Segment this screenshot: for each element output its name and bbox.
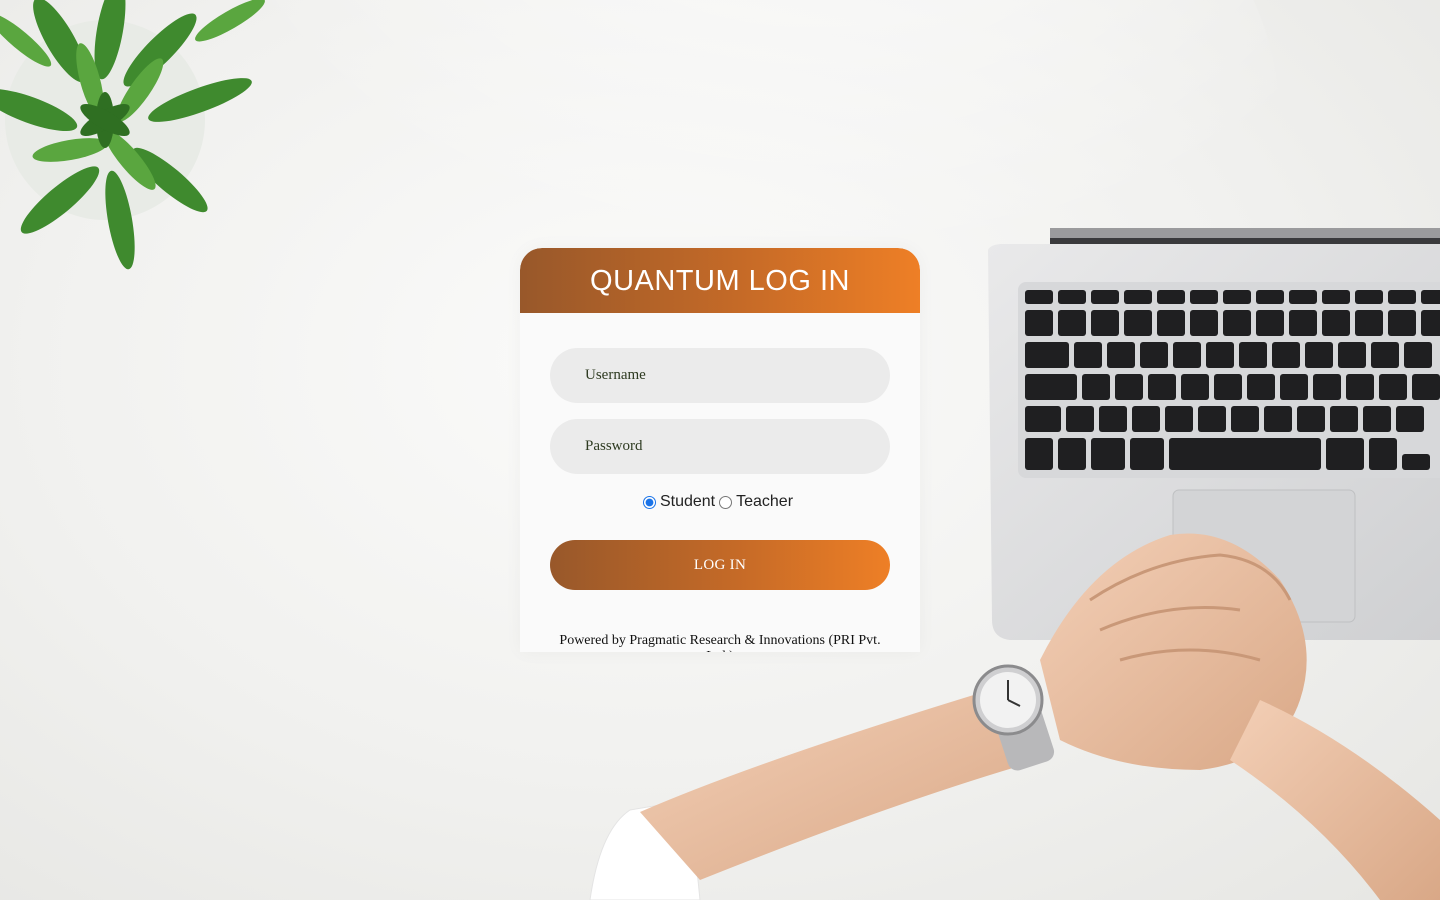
role-selector: Student Teacher xyxy=(550,490,890,514)
powered-by-footer: Powered by Pragmatic Research & Innovati… xyxy=(559,633,881,652)
login-form: Student Teacher LOG IN Powered by Pragma… xyxy=(520,313,920,652)
login-header: QUANTUM LOG IN xyxy=(520,248,920,313)
login-card: QUANTUM LOG IN Student Teacher LOG IN Po… xyxy=(520,248,920,652)
username-input[interactable] xyxy=(550,348,890,403)
plant-image xyxy=(0,0,265,270)
teacher-radio[interactable] xyxy=(719,495,733,509)
student-radio[interactable] xyxy=(642,495,656,509)
login-button[interactable]: LOG IN xyxy=(550,540,890,590)
teacher-label[interactable]: Teacher xyxy=(736,493,793,511)
student-label[interactable]: Student xyxy=(660,493,715,511)
login-title: QUANTUM LOG IN xyxy=(590,265,850,297)
password-input[interactable] xyxy=(550,419,890,474)
